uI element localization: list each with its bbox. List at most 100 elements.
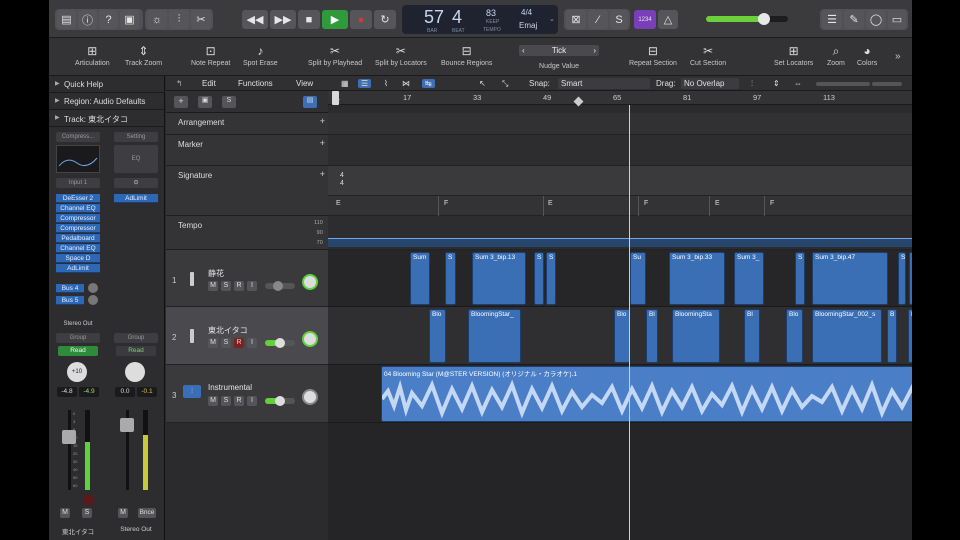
input-slot[interactable]: Input 1 xyxy=(56,178,100,188)
repeat-section-tool[interactable]: ⊟ Repeat Section xyxy=(629,43,677,67)
pan-knob[interactable] xyxy=(302,274,318,290)
replace-icon[interactable]: ⊠ xyxy=(566,10,586,29)
chevron-left-icon[interactable]: ‹ xyxy=(522,45,525,56)
colors-tool[interactable]: ◕ Colors xyxy=(857,43,877,67)
waveform-zoom-icon[interactable]: ⫶ xyxy=(751,79,753,89)
audio-region[interactable]: B xyxy=(887,309,897,363)
cycle-button[interactable]: ↻ xyxy=(374,10,396,29)
mute-button[interactable]: M xyxy=(208,396,218,406)
group-slot[interactable]: Group xyxy=(114,333,158,343)
split-playhead-tool[interactable]: ✂ Split by Playhead xyxy=(308,43,362,67)
eq-display[interactable] xyxy=(56,145,100,173)
automation-mode[interactable]: Read xyxy=(58,346,98,356)
automation-mode[interactable]: Read xyxy=(116,346,156,356)
group-slot[interactable]: Group xyxy=(56,333,100,343)
volume-knob[interactable] xyxy=(275,338,285,348)
record-enable-button[interactable]: R xyxy=(234,281,244,291)
mute-button[interactable]: M xyxy=(118,508,128,518)
insert-slot[interactable]: AdLimit xyxy=(114,194,158,203)
insert-slot[interactable]: AdLimit xyxy=(56,264,100,273)
solo-icon[interactable]: S xyxy=(610,10,628,29)
playhead-marker[interactable] xyxy=(573,96,584,107)
solo-button[interactable]: S xyxy=(82,508,92,518)
playhead[interactable] xyxy=(629,105,630,540)
audio-region[interactable]: Sum 3_bip.47 xyxy=(812,252,888,305)
send-slot[interactable]: Bus 5 xyxy=(56,296,84,305)
library-icon[interactable]: ▤ xyxy=(57,10,76,29)
audio-region[interactable]: Su xyxy=(630,252,646,305)
add-marker-icon[interactable]: + xyxy=(320,138,325,148)
rewind-button[interactable]: ◀◀ xyxy=(242,10,268,29)
metronome-icon[interactable]: △ xyxy=(658,10,678,29)
browsers-icon[interactable]: ▭ xyxy=(888,10,906,29)
insert-slot[interactable]: Pedalboard xyxy=(56,234,100,243)
audio-region[interactable]: S xyxy=(445,252,456,305)
note-repeat-tool[interactable]: ⊡ Note Repeat xyxy=(191,43,230,67)
master-volume-knob[interactable] xyxy=(758,13,770,25)
audio-region[interactable]: S xyxy=(546,252,556,305)
insert-slot[interactable]: DeEsser 2 xyxy=(56,194,100,203)
note-pad-icon[interactable]: ✎ xyxy=(844,10,864,29)
add-section-icon[interactable]: + xyxy=(320,116,325,126)
audio-region[interactable]: S xyxy=(795,252,805,305)
track-header[interactable]: Track: 東北イタコ xyxy=(49,110,165,127)
quick-help-header[interactable]: Quick Help xyxy=(49,76,165,93)
vertical-zoom-slider[interactable] xyxy=(816,82,870,86)
tempo-lane[interactable] xyxy=(328,216,912,250)
setting-button[interactable]: Setting xyxy=(114,132,158,142)
tempo-line[interactable] xyxy=(328,238,912,239)
audio-region[interactable]: Blo xyxy=(614,309,630,363)
ruler[interactable]: 1 17 33 49 65 81 97 113 xyxy=(328,91,912,107)
input-monitor-button[interactable]: I xyxy=(247,281,257,291)
more-icon[interactable]: » xyxy=(895,51,901,62)
insert-slot[interactable]: Space D xyxy=(56,254,100,263)
functions-menu[interactable]: Functions xyxy=(238,79,273,88)
chevron-right-icon[interactable]: › xyxy=(593,45,596,56)
inspector-icon[interactable]: ⓘ xyxy=(78,10,97,29)
audio-region[interactable]: S xyxy=(898,252,906,305)
audio-region[interactable]: Sum 3_bip.13 xyxy=(472,252,526,305)
track-name[interactable]: 東北イタコ xyxy=(208,325,248,336)
record-enable-icon[interactable] xyxy=(84,495,94,505)
track-name[interactable]: Instrumental xyxy=(208,383,252,392)
tracks-empty-area[interactable] xyxy=(328,423,912,540)
global-tracks-icon[interactable]: ▤ xyxy=(303,96,317,108)
insert-slot[interactable]: Compressor xyxy=(56,224,100,233)
track-header-2[interactable]: 2 東北イタコ M S R I xyxy=(166,307,328,365)
pan-knob[interactable] xyxy=(125,362,145,382)
pan-knob[interactable] xyxy=(302,389,318,405)
add-track-button[interactable]: + xyxy=(174,96,188,108)
audio-region[interactable]: BloomingStar_ xyxy=(468,309,521,363)
play-button[interactable]: ▶ xyxy=(322,10,348,29)
catch-icon[interactable]: ↹ xyxy=(422,79,435,88)
output-slot[interactable]: Stereo Out xyxy=(56,319,100,329)
arrangement-lane[interactable] xyxy=(328,113,912,135)
count-in-button[interactable]: 1234 xyxy=(634,10,656,29)
audio-region[interactable]: BloomingStar_002_s xyxy=(812,309,882,363)
automation-icon[interactable]: ⌇ xyxy=(384,79,388,88)
global-solo-button[interactable]: S xyxy=(222,96,236,108)
send-knob[interactable] xyxy=(88,295,98,305)
volume-knob[interactable] xyxy=(273,281,283,291)
tuner-icon[interactable]: ⁄ xyxy=(588,10,608,29)
audio-region[interactable]: BloomingSta xyxy=(672,309,720,363)
volume-slider[interactable] xyxy=(265,281,295,291)
region-header[interactable]: Region: Audio Defaults xyxy=(49,93,165,110)
record-button[interactable]: ● xyxy=(350,10,372,29)
audio-region[interactable]: Bl xyxy=(646,309,658,363)
track-header-3[interactable]: 3 ⫶ Instrumental M S R I xyxy=(166,365,328,423)
audio-region[interactable]: S xyxy=(909,252,912,305)
track-name[interactable]: 静花 xyxy=(208,268,224,279)
flex-icon[interactable]: ⋈ xyxy=(402,79,410,88)
smart-controls-icon[interactable]: ☼ xyxy=(147,10,167,29)
audio-region[interactable]: Blo xyxy=(429,309,446,363)
stop-button[interactable]: ■ xyxy=(298,10,320,29)
drag-select[interactable]: No Overlap xyxy=(681,78,739,89)
editors-icon[interactable]: ✂ xyxy=(191,10,211,29)
master-volume-slider[interactable] xyxy=(706,13,788,25)
marker-lane[interactable] xyxy=(328,135,912,166)
eq-button[interactable]: EQ xyxy=(114,145,158,173)
quick-help-icon[interactable]: ? xyxy=(99,10,118,29)
back-icon[interactable]: ↰ xyxy=(176,79,183,88)
send-knob[interactable] xyxy=(88,283,98,293)
